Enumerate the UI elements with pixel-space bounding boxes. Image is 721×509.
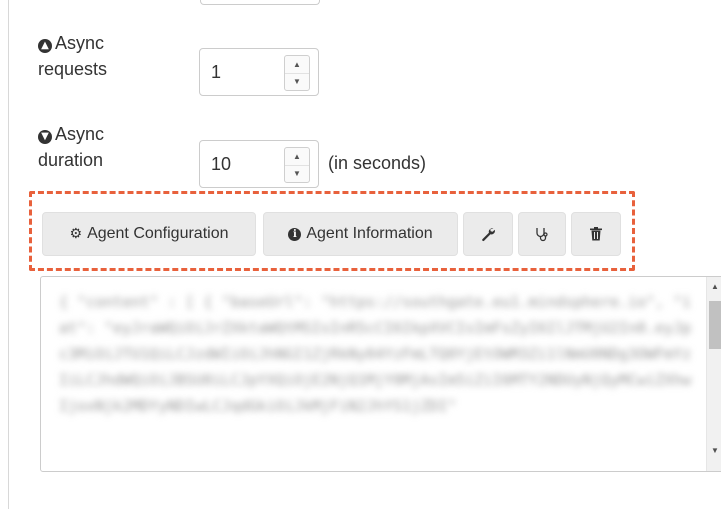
agent-configuration-button[interactable]: ⚙ Agent Configuration bbox=[42, 212, 256, 256]
async-requests-spinner[interactable]: ▲ ▼ bbox=[284, 55, 310, 91]
agent-information-button[interactable]: i Agent Information bbox=[263, 212, 458, 256]
diagnostics-button[interactable] bbox=[518, 212, 566, 256]
scrollbar-thumb[interactable] bbox=[709, 301, 721, 349]
async-requests-input[interactable]: 1 ▲ ▼ bbox=[199, 48, 319, 96]
stethoscope-icon bbox=[536, 228, 548, 242]
trash-icon bbox=[590, 227, 602, 241]
arrow-circle-up-icon: ▲ bbox=[38, 39, 52, 53]
cogs-icon: ⚙ bbox=[69, 226, 83, 242]
agent-settings-panel: ▲ Async requests 1 ▲ ▼ ▼ Async duration 10… bbox=[0, 0, 721, 509]
async-duration-label: ▼ Async duration bbox=[38, 124, 105, 170]
scroll-down-icon[interactable]: ▼ bbox=[707, 443, 721, 459]
info-circle-icon: i bbox=[288, 227, 302, 241]
wrench-button[interactable] bbox=[463, 212, 513, 256]
delete-button[interactable] bbox=[571, 212, 621, 256]
async-duration-value: 10 bbox=[211, 154, 232, 174]
async-duration-input[interactable]: 10 ▲ ▼ bbox=[199, 140, 319, 188]
arrow-circle-down-icon: ▼ bbox=[38, 130, 52, 144]
agent-json-textarea[interactable]: { "content" : [ { "baseUrl": "https://so… bbox=[40, 276, 721, 472]
async-requests-label: ▲ Async requests bbox=[38, 33, 108, 79]
async-duration-spinner[interactable]: ▲ ▼ bbox=[284, 147, 310, 183]
spinner-up-icon[interactable]: ▲ bbox=[285, 56, 309, 74]
spinner-up-icon[interactable]: ▲ bbox=[285, 148, 309, 166]
spinner-down-icon[interactable]: ▼ bbox=[285, 73, 309, 90]
textarea-scrollbar[interactable]: ▲ ▼ bbox=[706, 277, 721, 471]
previous-input-field[interactable] bbox=[200, 0, 320, 5]
spinner-down-icon[interactable]: ▼ bbox=[285, 165, 309, 182]
async-requests-value: 1 bbox=[211, 62, 222, 82]
wrench-icon bbox=[482, 228, 495, 242]
duration-unit-label: (in seconds) bbox=[328, 153, 427, 173]
scroll-up-icon[interactable]: ▲ bbox=[707, 279, 721, 295]
textarea-content: { "content" : [ { "baseUrl": "https://so… bbox=[59, 293, 692, 415]
panel-border bbox=[8, 0, 9, 509]
